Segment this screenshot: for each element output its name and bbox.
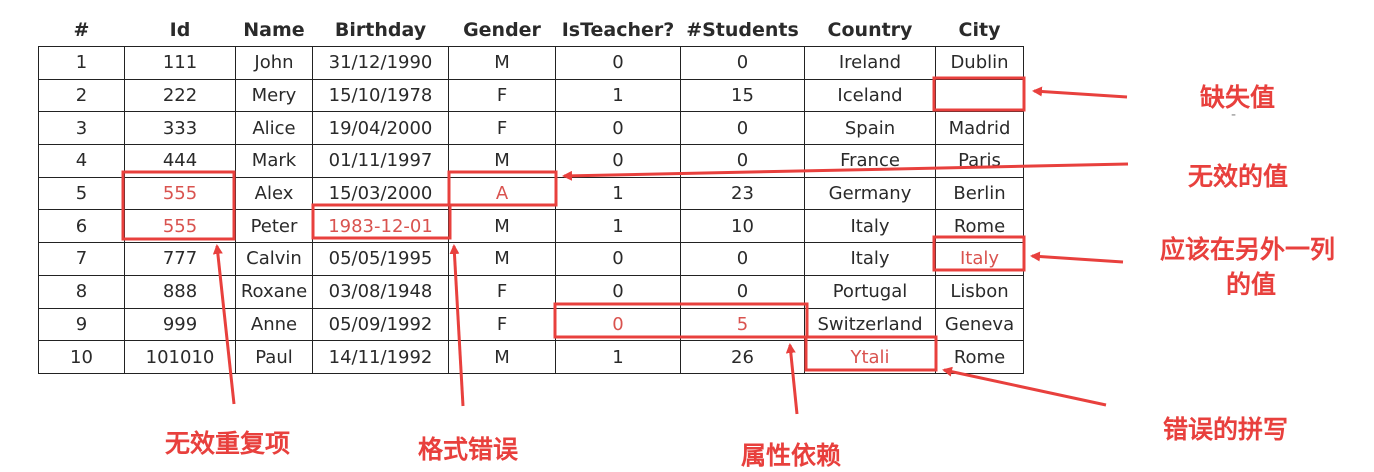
highlight-missing-city <box>932 76 1026 112</box>
label-invalid-duplicate: 无效重复项 <box>165 429 291 458</box>
highlight-misspelled-country <box>804 335 938 372</box>
arrow-format <box>449 244 465 407</box>
highlight-format-birthday <box>311 203 452 240</box>
stray-mark: - <box>1231 107 1237 123</box>
arrow-duplicate <box>212 244 236 405</box>
highlight-attribute-dependency <box>553 302 809 339</box>
label-other-column-line2: 的值 <box>1226 270 1277 299</box>
label-other-column-line1: 应该在另外一列 <box>1160 235 1336 264</box>
arrow-missing-value <box>1032 86 1128 99</box>
highlight-invalid-gender <box>447 170 558 207</box>
arrow-misspelling <box>942 366 1107 407</box>
highlight-other-column-city <box>932 235 1026 272</box>
arrow-invalid-value <box>562 162 1129 181</box>
label-missing-value: 缺失值 <box>1200 83 1276 112</box>
label-misspelling: 错误的拼写 <box>1163 415 1289 444</box>
label-format-error: 格式错误 <box>418 435 519 464</box>
arrow-other-column <box>1030 251 1124 264</box>
label-invalid-value: 无效的值 <box>1188 162 1289 191</box>
label-attribute-dependency: 属性依赖 <box>741 441 842 470</box>
arrow-dependency <box>785 343 799 415</box>
highlight-duplicate-id <box>121 170 236 241</box>
